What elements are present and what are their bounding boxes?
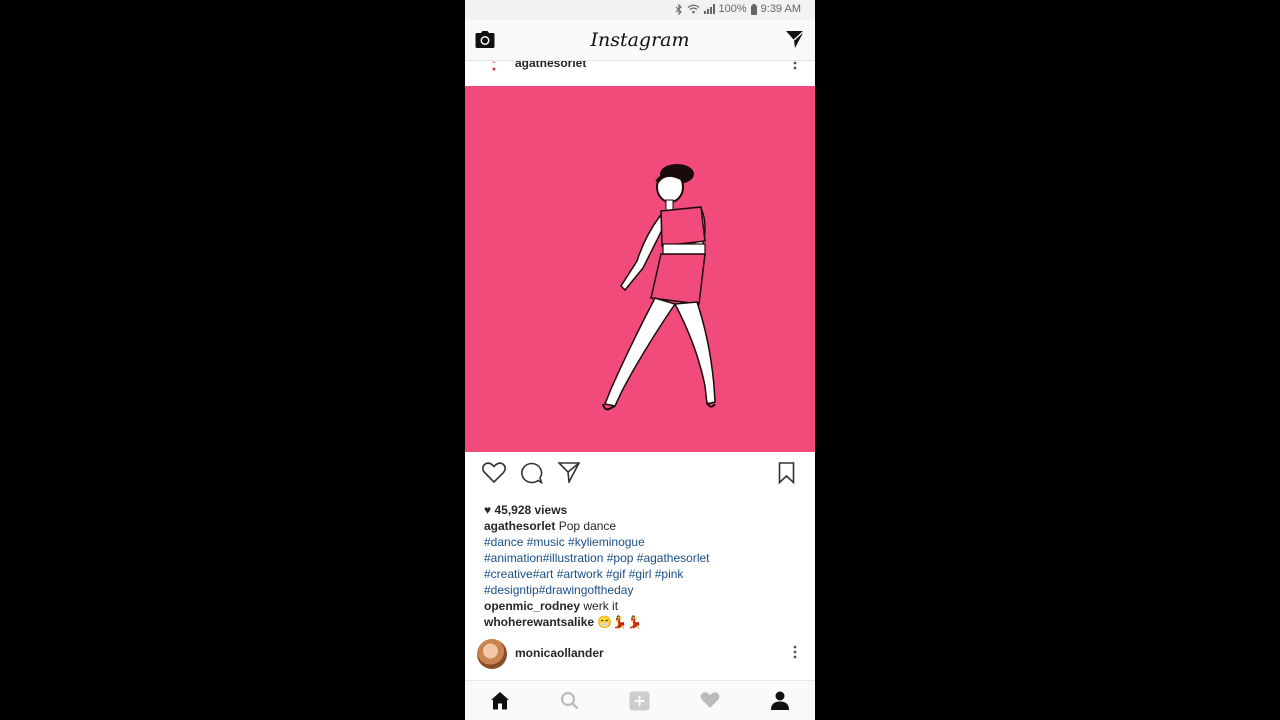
comment-icon[interactable]: [520, 462, 543, 484]
wifi-icon: [687, 4, 699, 14]
home-icon[interactable]: [490, 691, 510, 710]
profile-icon[interactable]: [770, 691, 790, 710]
caption-username[interactable]: agathesorlet: [484, 519, 555, 533]
search-icon[interactable]: [560, 691, 579, 710]
post-image[interactable]: [465, 86, 815, 452]
next-post-header: monicaollander: [465, 636, 815, 676]
views-heart-icon: ♥: [484, 503, 492, 517]
comment-username[interactable]: openmic_rodney: [484, 599, 580, 613]
battery-percent: 100%: [718, 3, 747, 15]
hashtag-line[interactable]: #animation#illustration #pop #agathesorl…: [484, 550, 804, 566]
clock: 9:39 AM: [760, 3, 801, 15]
views-count[interactable]: ♥ 45,928 views: [484, 502, 804, 518]
status-bar: 100% 9:39 AM: [465, 0, 815, 20]
hashtag-line[interactable]: #creative#art #artwork #gif #girl #pink: [484, 566, 804, 582]
post-actions: [465, 452, 815, 494]
more-options-icon[interactable]: [793, 645, 797, 659]
add-post-icon[interactable]: [629, 691, 650, 711]
phone-screen: 100% 9:39 AM c● agathesorlet Instagram: [465, 0, 815, 720]
caption-line: agathesorlet Pop dance: [484, 518, 804, 534]
direct-message-icon[interactable]: [785, 30, 805, 49]
post-caption-area: ♥ 45,928 views agathesorlet Pop dance #d…: [484, 502, 804, 630]
bottom-navigation: [465, 680, 815, 720]
avatar[interactable]: [477, 639, 507, 669]
heart-icon[interactable]: [482, 462, 506, 483]
share-icon[interactable]: [558, 462, 580, 483]
signal-icon: [703, 4, 715, 14]
bluetooth-icon: [675, 3, 682, 15]
app-title: Instagram: [590, 29, 690, 51]
comment-row: openmic_rodney werk it: [484, 598, 804, 614]
caption-text: Pop dance: [558, 519, 617, 533]
next-post-username[interactable]: monicaollander: [515, 646, 604, 660]
bookmark-icon[interactable]: [778, 462, 795, 484]
hashtag-line[interactable]: #dance #music #kylieminogue: [484, 534, 804, 550]
comment-text: werk it: [583, 599, 619, 613]
battery-icon: [750, 3, 757, 15]
comment-row: whoherewantsalike 😁💃💃: [484, 614, 804, 630]
dancer-illustration: [602, 164, 716, 411]
top-navigation: Instagram: [465, 20, 815, 61]
hashtag-line[interactable]: #designtip#drawingoftheday: [484, 582, 804, 598]
activity-heart-icon[interactable]: [700, 691, 720, 709]
comment-text: 😁💃💃: [597, 615, 643, 629]
comment-username[interactable]: whoherewantsalike: [484, 615, 594, 629]
